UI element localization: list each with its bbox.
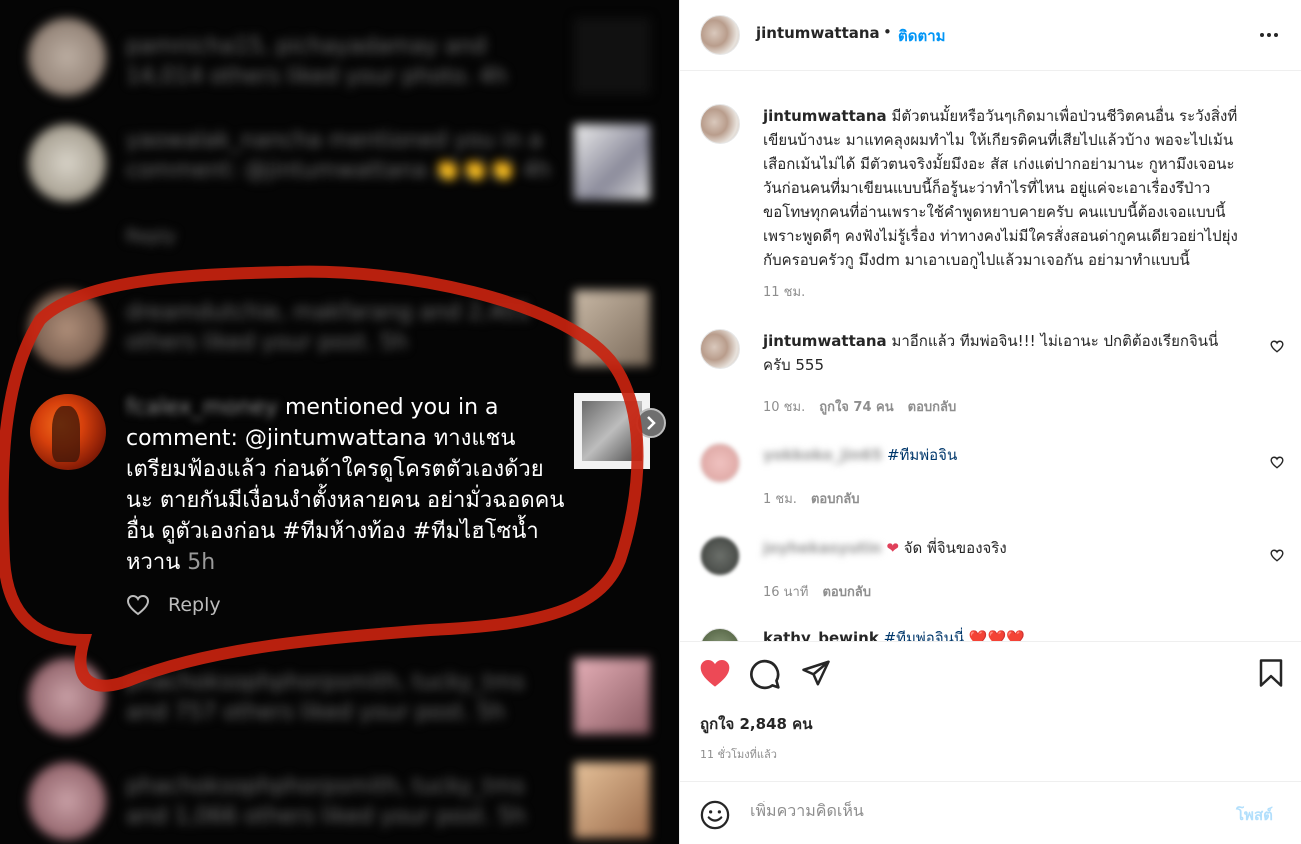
author-username[interactable]: jintumwattana (756, 24, 880, 42)
blurred-notification-row: phachoksophphorpsmith, tucky_tms and 757… (0, 656, 679, 736)
blurred-notification-row: dreamdutchie, makfarang and 2,401 others… (0, 286, 679, 368)
comment-username[interactable]: kathy_bewink (763, 629, 879, 641)
blurred-thumbnail (574, 762, 650, 838)
comment-text: joyhekasyutin ❤ จัด พี่จินของจริง (763, 536, 1243, 560)
post-actions: ถูกใจ 2,848 คน 11 ชั่วโมงที่แล้ว (680, 641, 1301, 781)
heart-outline-icon[interactable] (1270, 456, 1284, 469)
blurred-avatar (28, 658, 106, 736)
blurred-notification-row: yaowalak_nancha mentioned you in a comme… (0, 118, 679, 258)
posted-time[interactable]: 11 ชั่วโมงที่แล้ว (700, 745, 777, 763)
comment-meta: 1 ชม. ตอบกลับ (763, 488, 860, 509)
comment-body: จัด พี่จินของจริง (903, 539, 1007, 557)
comment-username[interactable]: jintumwattana (763, 332, 887, 350)
heart-outline-icon[interactable] (1270, 340, 1284, 353)
blurred-notification-text: yaowalak_nancha mentioned you in a comme… (126, 128, 551, 183)
blurred-notification-text: phachoksophphorpsmith, tucky_tms and 1,0… (126, 774, 526, 829)
blurred-avatar (28, 290, 106, 368)
comment-username[interactable]: joyhekasyutin (763, 539, 882, 557)
blurred-notification-text: pamnicha15, pichayadamay and 14,014 othe… (126, 34, 508, 89)
blurred-notification-text: phachoksophphorpsmith, tucky_tms and 757… (126, 670, 525, 725)
comment-time[interactable]: 1 ชม. (763, 488, 797, 509)
comment-time[interactable]: 16 นาที (763, 581, 808, 602)
comment-bubble-icon[interactable] (749, 658, 781, 690)
bookmark-icon[interactable] (1258, 658, 1284, 688)
blurred-notification-row: pamnicha15, pichayadamay and 14,014 othe… (0, 14, 679, 96)
separator-dot: • (883, 23, 892, 41)
comment-text: yokkoko_jin65 #ทีมพ่อจิน (763, 443, 1243, 467)
likes-count[interactable]: ถูกใจ 2,848 คน (700, 712, 812, 736)
blurred-avatar (28, 18, 106, 96)
focus-time: 5h (187, 550, 216, 575)
focus-comment-body: mentioned you in a comment: @jintumwatta… (126, 395, 565, 575)
focus-reply-label: Reply (168, 594, 221, 616)
caption-avatar[interactable] (700, 104, 740, 144)
focus-username: fcalex_money (126, 395, 278, 420)
heart-emoji-icon: ❤ (886, 539, 899, 557)
follow-button[interactable]: ติดตาม (898, 24, 946, 48)
paper-plane-icon[interactable] (801, 658, 831, 688)
emoji-smile-icon[interactable] (700, 800, 730, 830)
post-header: jintumwattana • ติดตาม (680, 0, 1301, 71)
chevron-right-icon (636, 408, 666, 438)
comment-avatar[interactable] (700, 628, 740, 641)
heart-outline-icon[interactable] (1270, 549, 1284, 562)
blurred-thumbnail (574, 658, 650, 734)
caption-text: jintumwattana มีตัวตนมั้ยหรือวันๆเกิดมาเ… (763, 104, 1243, 272)
more-horizontal-icon[interactable] (1258, 24, 1280, 46)
comment-meta: 16 นาที ตอบกลับ (763, 581, 871, 602)
heart-filled-icon[interactable] (698, 658, 732, 688)
comment-time[interactable]: 10 ชม. (763, 396, 805, 417)
blurred-thumbnail (574, 18, 650, 94)
comment-avatar[interactable] (700, 443, 740, 483)
caption-body: มีตัวตนมั้ยหรือวันๆเกิดมาเพื่อป่วนชีวิตค… (763, 107, 1238, 269)
comment-username[interactable]: yokkoko_jin65 (763, 446, 882, 464)
post-comment-button[interactable]: โพสต์ (1236, 803, 1273, 827)
post-image: pamnicha15, pichayadamay and 14,014 othe… (0, 0, 679, 844)
blurred-notification-row: phachoksophphorpsmith, tucky_tms and 1,0… (0, 760, 679, 840)
comment-body: #ทีมพ่อจินนี่ ❤️❤️❤️ (883, 629, 1025, 641)
comment-meta: 10 ชม. ถูกใจ 74 คน ตอบกลับ (763, 396, 956, 417)
blurred-thumbnail (574, 124, 650, 200)
focus-notification: fcalex_money mentioned you in a comment:… (0, 380, 679, 640)
blurred-avatar (28, 762, 106, 840)
post-sidebar: jintumwattana • ติดตาม jintumwattana มีต… (679, 0, 1301, 844)
comment-text: jintumwattana มาอีกแล้ว ทีมพ่อจิน!!! ไม่… (763, 329, 1233, 377)
author-avatar[interactable] (700, 15, 740, 55)
comment-text: kathy_bewink #ทีมพ่อจินนี่ ❤️❤️❤️ (763, 626, 1243, 641)
caption-username[interactable]: jintumwattana (763, 107, 887, 125)
comment-input[interactable] (750, 801, 1190, 820)
blurred-notification-text: dreamdutchie, makfarang and 2,401 others… (126, 300, 531, 355)
blurred-avatar (28, 124, 106, 202)
caption-time[interactable]: 11 ชม. (763, 281, 805, 302)
comment-avatar[interactable] (700, 536, 740, 576)
focus-avatar (30, 394, 106, 470)
reply-button[interactable]: ตอบกลับ (822, 581, 871, 602)
add-comment-bar: โพสต์ (680, 781, 1301, 844)
focus-notification-text: fcalex_money mentioned you in a comment:… (126, 392, 566, 578)
comment-item: kathy_bewink #ทีมพ่อจินนี่ ❤️❤️❤️ (680, 626, 1301, 641)
reply-button[interactable]: ตอบกลับ (811, 488, 860, 509)
heart-outline-icon (126, 594, 150, 616)
comment-hashtag[interactable]: #ทีมพ่อจิน (887, 446, 957, 464)
comment-likes[interactable]: ถูกใจ 74 คน (819, 396, 893, 417)
reply-button[interactable]: ตอบกลับ (908, 396, 957, 417)
comment-avatar[interactable] (700, 329, 740, 369)
caption-meta: 11 ชม. (763, 281, 805, 302)
blurred-thumbnail (574, 290, 650, 366)
blurred-reply: Reply (126, 226, 176, 247)
focus-reply: Reply (126, 594, 221, 616)
